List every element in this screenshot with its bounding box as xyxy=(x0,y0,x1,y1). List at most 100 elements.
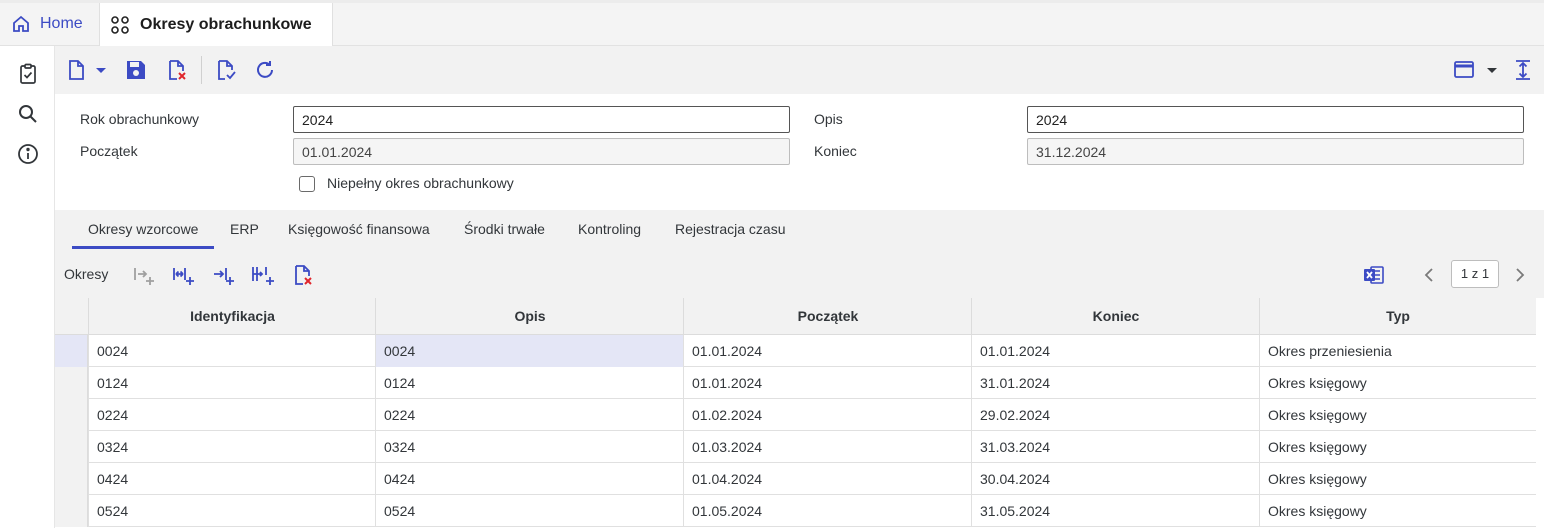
cell-identyfikacja[interactable]: 0024 xyxy=(88,335,376,367)
cell-identyfikacja[interactable]: 0424 xyxy=(88,463,376,495)
cell-identyfikacja[interactable]: 0124 xyxy=(88,367,376,399)
info-icon[interactable] xyxy=(17,143,39,165)
refresh-icon[interactable] xyxy=(253,58,277,82)
validate-document-icon[interactable] xyxy=(214,58,238,82)
cell-poczatek[interactable]: 01.02.2024 xyxy=(683,399,972,431)
niepelny-okres-label: Niepełny okres obrachunkowy xyxy=(327,175,514,191)
cell-identyfikacja[interactable]: 0324 xyxy=(88,431,376,463)
layout-dropdown-chevron-icon[interactable] xyxy=(1484,58,1500,82)
cell-opis[interactable]: 0024 xyxy=(375,335,684,367)
cell-koniec[interactable]: 30.04.2024 xyxy=(971,463,1260,495)
cell-poczatek[interactable]: 01.05.2024 xyxy=(683,495,972,527)
tab-rejestracja-czasu[interactable]: Rejestracja czasu xyxy=(675,221,786,237)
next-page-chevron-icon[interactable] xyxy=(1510,263,1530,287)
column-header-koniec[interactable]: Koniec xyxy=(971,298,1260,335)
cell-identyfikacja[interactable]: 0524 xyxy=(88,495,376,527)
new-document-icon[interactable] xyxy=(65,58,89,82)
app-tab-bar: Home Okresy obrachunkowe xyxy=(0,0,1544,46)
side-rail xyxy=(0,46,55,528)
koniec-input xyxy=(1027,138,1524,165)
tab-home[interactable]: Home xyxy=(0,3,99,45)
panel-tabs: Okresy wzorcowe ERP Księgowość finansowa… xyxy=(55,210,1544,250)
expand-vertical-icon[interactable] xyxy=(1511,58,1535,82)
cell-typ[interactable]: Okres księgowy xyxy=(1259,367,1536,399)
column-header-poczatek[interactable]: Początek xyxy=(683,298,972,335)
row-selector[interactable] xyxy=(55,495,88,527)
insert-row-icon[interactable] xyxy=(171,263,195,287)
add-multiple-rows-icon[interactable] xyxy=(250,263,274,287)
poczatek-label: Początek xyxy=(80,143,138,159)
tab-srodki-trwale[interactable]: Środki trwałe xyxy=(464,221,545,237)
cell-poczatek[interactable]: 01.03.2024 xyxy=(683,431,972,463)
cell-opis[interactable]: 0124 xyxy=(375,367,684,399)
clipboard-check-icon[interactable] xyxy=(17,63,39,85)
cell-koniec[interactable]: 31.03.2024 xyxy=(971,431,1260,463)
cell-opis[interactable]: 0424 xyxy=(375,463,684,495)
tab-okresy-wzorcowe[interactable]: Okresy wzorcowe xyxy=(88,221,198,237)
cell-koniec[interactable]: 01.01.2024 xyxy=(971,335,1260,367)
tab-active-label: Okresy obrachunkowe xyxy=(140,15,312,33)
cell-opis[interactable]: 0224 xyxy=(375,399,684,431)
excel-export-icon[interactable] xyxy=(1362,263,1386,287)
table-row[interactable]: 0324 0324 01.03.2024 31.03.2024 Okres ks… xyxy=(55,431,1536,463)
niepelny-okres-checkbox[interactable] xyxy=(299,176,315,192)
tab-home-label: Home xyxy=(40,15,83,32)
column-header-typ[interactable]: Typ xyxy=(1259,298,1536,335)
chevron-down-icon[interactable] xyxy=(93,58,109,82)
cell-poczatek[interactable]: 01.01.2024 xyxy=(683,335,972,367)
koniec-label: Koniec xyxy=(814,143,857,159)
cell-opis[interactable]: 0324 xyxy=(375,431,684,463)
cell-koniec[interactable]: 31.05.2024 xyxy=(971,495,1260,527)
row-selector[interactable] xyxy=(55,399,88,431)
grid-label: Okresy xyxy=(64,266,109,282)
poczatek-input xyxy=(293,138,790,165)
home-icon xyxy=(12,15,30,33)
tab-erp[interactable]: ERP xyxy=(230,221,259,237)
cell-koniec[interactable]: 29.02.2024 xyxy=(971,399,1260,431)
row-selector[interactable] xyxy=(55,463,88,495)
search-icon[interactable] xyxy=(17,103,39,125)
pager-indicator: 1 z 1 xyxy=(1451,260,1499,288)
tab-ksiegowosc-finansowa[interactable]: Księgowość finansowa xyxy=(288,221,430,237)
table-row[interactable]: 0124 0124 01.01.2024 31.01.2024 Okres ks… xyxy=(55,367,1536,399)
cell-koniec[interactable]: 31.01.2024 xyxy=(971,367,1260,399)
cell-typ[interactable]: Okres księgowy xyxy=(1259,463,1536,495)
cell-poczatek[interactable]: 01.04.2024 xyxy=(683,463,972,495)
column-header-identyfikacja[interactable]: Identyfikacja xyxy=(88,298,376,335)
header-form: Rok obrachunkowy Opis Początek Koniec Ni… xyxy=(55,94,1544,210)
periods-table: Identyfikacja Opis Początek Koniec Typ 0… xyxy=(55,298,1536,528)
cell-typ[interactable]: Okres przeniesienia xyxy=(1259,335,1536,367)
column-header-opis[interactable]: Opis xyxy=(375,298,684,335)
delete-rows-icon[interactable] xyxy=(291,263,315,287)
prev-page-chevron-icon[interactable] xyxy=(1419,263,1439,287)
save-icon[interactable] xyxy=(124,58,148,82)
main-toolbar xyxy=(55,46,1544,94)
cell-typ[interactable]: Okres księgowy xyxy=(1259,431,1536,463)
row-selector[interactable] xyxy=(55,335,88,367)
table-row[interactable]: 0024 0024 01.01.2024 01.01.2024 Okres pr… xyxy=(55,335,1536,367)
table-row[interactable]: 0224 0224 01.02.2024 29.02.2024 Okres ks… xyxy=(55,399,1536,431)
tab-kontroling[interactable]: Kontroling xyxy=(578,221,641,237)
add-row-icon[interactable] xyxy=(132,263,156,287)
toolbar-separator xyxy=(201,56,202,84)
apps-icon xyxy=(110,15,130,35)
row-selector[interactable] xyxy=(55,431,88,463)
opis-label: Opis xyxy=(814,111,843,127)
table-row[interactable]: 0424 0424 01.04.2024 30.04.2024 Okres ks… xyxy=(55,463,1536,495)
cell-identyfikacja[interactable]: 0224 xyxy=(88,399,376,431)
row-selector[interactable] xyxy=(55,367,88,399)
rok-obrachunkowy-label: Rok obrachunkowy xyxy=(80,111,200,127)
table-row[interactable]: 0524 0524 01.05.2024 31.05.2024 Okres ks… xyxy=(55,495,1536,527)
rok-obrachunkowy-input[interactable] xyxy=(293,106,790,133)
layout-icon[interactable] xyxy=(1452,58,1476,82)
cell-opis[interactable]: 0524 xyxy=(375,495,684,527)
opis-input[interactable] xyxy=(1027,106,1524,133)
cell-typ[interactable]: Okres księgowy xyxy=(1259,495,1536,527)
cell-poczatek[interactable]: 01.01.2024 xyxy=(683,367,972,399)
append-row-icon[interactable] xyxy=(211,263,235,287)
tab-okresy-obrachunkowe[interactable]: Okresy obrachunkowe xyxy=(99,3,333,46)
delete-document-icon[interactable] xyxy=(165,58,189,82)
table-header: Identyfikacja Opis Początek Koniec Typ xyxy=(55,298,1536,335)
cell-typ[interactable]: Okres księgowy xyxy=(1259,399,1536,431)
active-tab-indicator xyxy=(72,246,214,249)
